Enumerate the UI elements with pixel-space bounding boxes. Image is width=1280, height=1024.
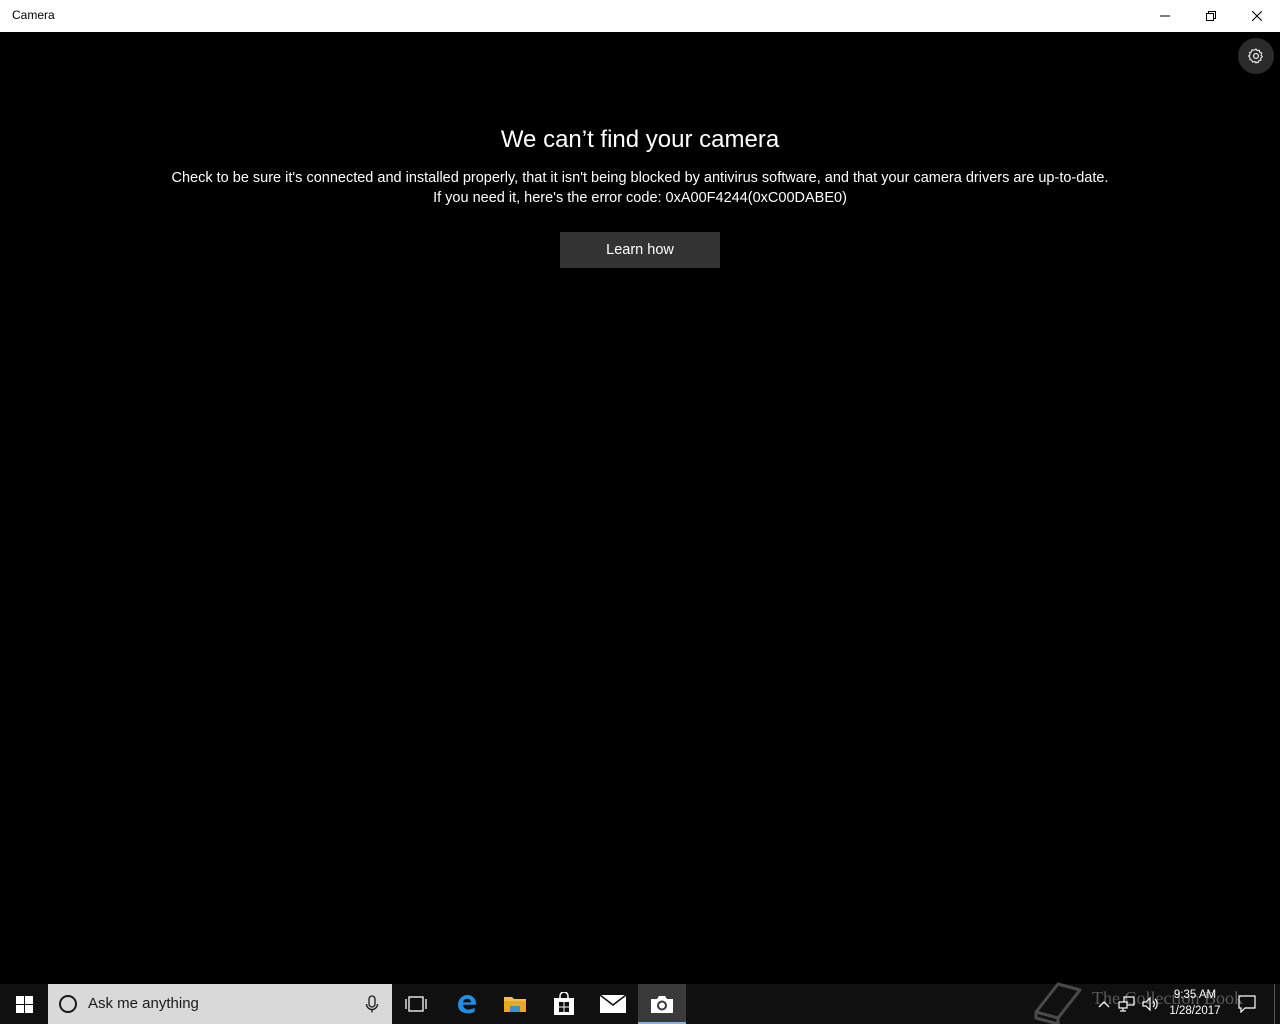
microphone-icon[interactable] [362,994,382,1014]
network-button[interactable] [1117,994,1137,1014]
edge-icon [458,995,476,1014]
camera-app-area: We can’t find your camera Check to be su… [0,32,1280,984]
task-view-icon [405,996,427,1012]
close-button[interactable] [1234,0,1280,32]
error-title: We can’t find your camera [500,126,780,153]
learn-how-button[interactable]: Learn how [560,232,720,268]
show-hidden-icons-button[interactable] [1094,994,1114,1014]
network-icon [1118,996,1135,1012]
action-center-button[interactable] [1237,994,1257,1014]
taskbar-edge[interactable] [443,984,491,1024]
settings-button[interactable] [1238,38,1274,74]
minimize-button[interactable] [1142,0,1188,32]
cortana-search-box[interactable]: Ask me anything [48,984,392,1024]
taskbar-clock[interactable]: 9:35 AM 1/28/2017 [1162,987,1228,1019]
search-placeholder: Ask me anything [88,995,199,1012]
folder-icon [504,997,526,1012]
restore-button[interactable] [1188,0,1234,32]
gear-icon [1248,48,1263,64]
task-view-button[interactable] [392,984,440,1024]
taskbar-mail[interactable] [589,984,637,1024]
minimize-icon [1160,15,1170,17]
restore-icon [1206,11,1216,21]
volume-button[interactable] [1141,994,1161,1014]
speaker-icon [1142,996,1158,1012]
close-icon [1252,11,1262,21]
store-icon [554,992,574,1015]
window-title: Camera [12,8,55,22]
windows-logo-icon [15,995,33,1013]
error-code: If you need it, here's the error code: 0… [433,190,847,206]
chevron-up-icon [1098,1001,1110,1008]
title-bar: Camera [0,0,1280,32]
taskbar-store[interactable] [540,984,588,1024]
camera-icon [651,996,673,1013]
start-button[interactable] [0,984,48,1024]
clock-time: 9:35 AM [1173,989,1217,1001]
notification-icon [1238,995,1256,1013]
show-desktop-button[interactable] [1274,984,1275,1024]
error-message: Check to be sure it's connected and inst… [171,170,1109,186]
cortana-icon [59,995,77,1013]
clock-date: 1/28/2017 [1169,1005,1221,1017]
taskbar-file-explorer[interactable] [491,984,539,1024]
mail-icon [600,995,626,1013]
taskbar-camera[interactable] [638,984,686,1024]
taskbar: Ask me anything The Collection Book 9:35… [0,982,1280,1024]
